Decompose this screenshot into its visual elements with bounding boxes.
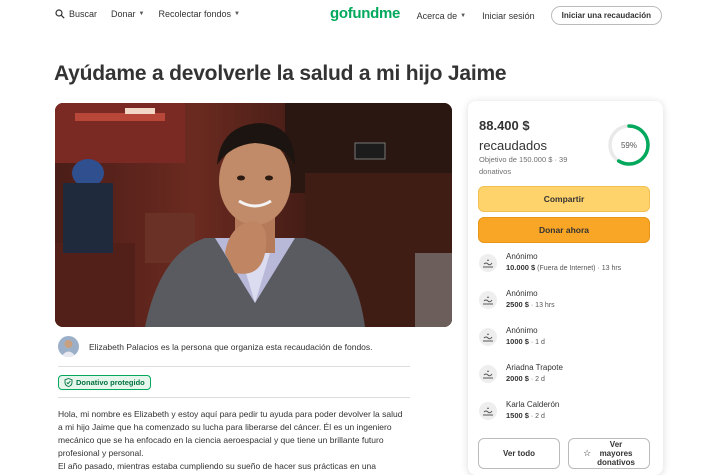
donation-icon [479,402,497,420]
donation-icon [479,365,497,383]
divider [58,397,410,398]
signin-link[interactable]: Iniciar sesión [482,11,535,21]
start-fundraiser-button[interactable]: Iniciar una recaudación [550,6,662,25]
chevron-down-icon: ▼ [460,12,467,19]
list-item: Anónimo 10.000 $ (Fuera de Internet) · 1… [479,251,654,288]
avatar[interactable] [58,336,79,357]
protected-donation-badge[interactable]: Donativo protegido [58,375,151,390]
about-menu[interactable]: Acerca de ▼ [417,11,466,21]
top-nav: Buscar Donar ▼ Recolectar fondos ▼ gofundm… [0,0,720,32]
gofundme-logo[interactable]: gofundme [330,5,400,22]
list-item: Ariadna Trapote 2000 $ · 2 d [479,362,654,399]
share-button[interactable]: Compartir [478,186,650,212]
shield-icon [64,378,73,387]
search-icon [55,9,65,19]
organizer-text: Elizabeth Palacios es la persona que org… [89,341,373,352]
donation-icon [479,254,497,272]
raised-amount: 88.400 $ recaudados [479,118,547,153]
donation-icon [479,291,497,309]
list-item: Karla Calderón 1500 $ · 2 d [479,399,654,436]
progress-percent: 59% [621,141,637,150]
goal-text: Objetivo de 150.000 $ · 39 donativos [479,155,568,176]
organizer-row: Elizabeth Palacios es la persona que org… [58,336,373,357]
fundraise-menu[interactable]: Recolectar fondos ▼ [158,9,240,19]
donate-now-button[interactable]: Donar ahora [478,217,650,243]
see-all-button[interactable]: Ver todo [478,438,560,469]
list-item: Anónimo 1000 $ · 1 d [479,325,654,362]
donation-icon [479,328,497,346]
chevron-down-icon: ▼ [138,11,145,17]
divider [58,366,410,367]
see-top-donations-button[interactable]: ☆ Ver mayores donativos [568,438,650,469]
chevron-down-icon: ▼ [234,11,240,17]
star-icon: ☆ [583,448,592,458]
donation-card: 88.400 $ recaudados Objetivo de 150.000 … [468,101,663,475]
story-text: Hola, mi nombre es Elizabeth y estoy aqu… [58,409,403,471]
campaign-photo [55,103,452,327]
search-link[interactable]: Buscar [55,9,97,19]
progress-ring: 59% [607,123,651,167]
donation-list: Anónimo 10.000 $ (Fuera de Internet) · 1… [479,251,654,436]
list-item: Anónimo 2500 $ · 13 hrs [479,288,654,325]
donate-menu[interactable]: Donar ▼ [111,9,144,19]
page-title: Ayúdame a devolverle la salud a mi hijo … [54,62,507,85]
